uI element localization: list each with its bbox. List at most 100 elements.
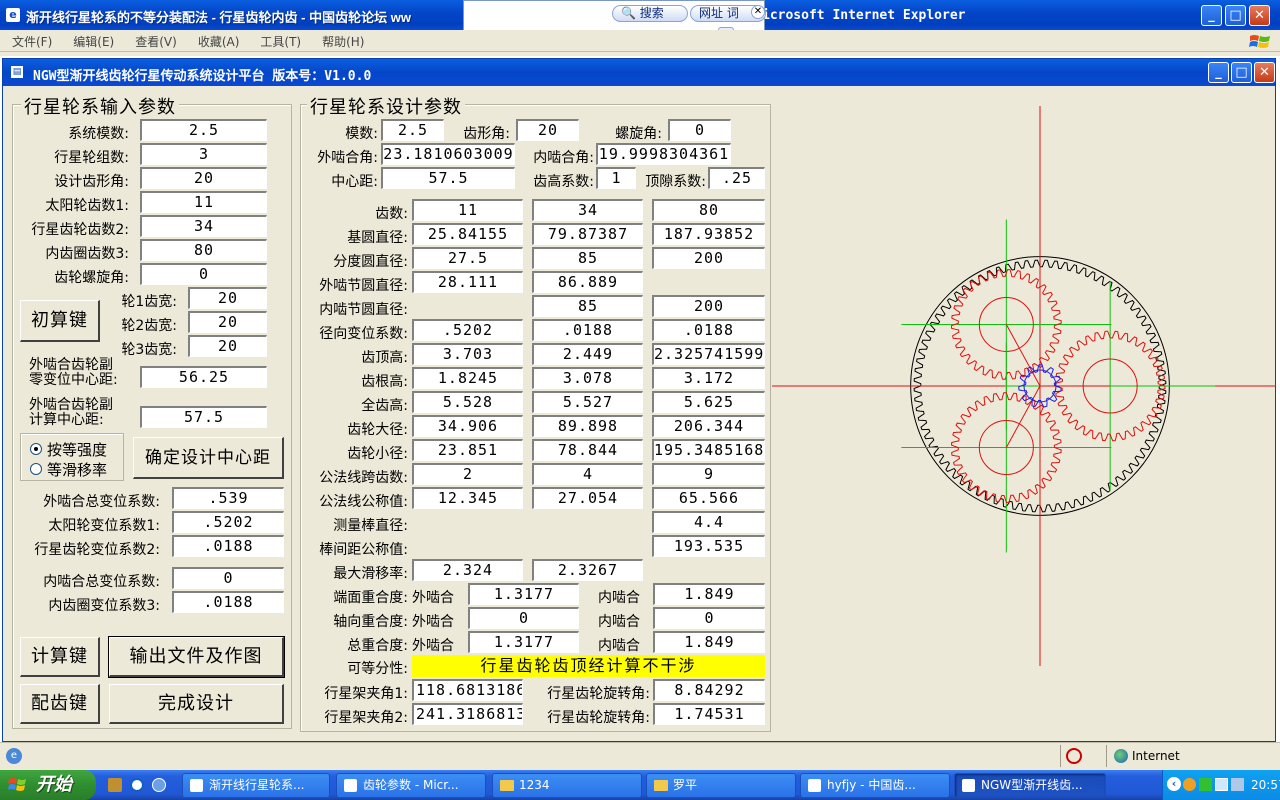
- design-field-0-1[interactable]: 34: [532, 199, 643, 221]
- design-field-6-1[interactable]: 2.449: [532, 343, 643, 365]
- menu-favorites[interactable]: 收藏(A): [186, 30, 249, 50]
- design-field-6-0[interactable]: 3.703: [412, 343, 523, 365]
- design-field-3-1[interactable]: 86.889: [532, 271, 643, 293]
- match-teeth-button[interactable]: 配齿键: [20, 684, 100, 724]
- design-field-12-2[interactable]: 65.566: [652, 487, 765, 509]
- quicklaunch-ie-icon[interactable]: [152, 778, 166, 792]
- design-field-9-0[interactable]: 34.906: [412, 415, 523, 437]
- center-distance-field[interactable]: 57.5: [381, 167, 515, 189]
- calculate-button[interactable]: 计算键: [20, 637, 100, 677]
- ext-mesh-angle-field[interactable]: 23.1810603009: [381, 143, 515, 165]
- confirm-center-button[interactable]: 确定设计中心距: [133, 437, 284, 479]
- carrier-angle-2-field[interactable]: 241.3186813: [412, 703, 523, 725]
- init-calc-button[interactable]: 初算键: [20, 300, 100, 342]
- minimize-button[interactable]: _: [1201, 5, 1222, 26]
- design-field-12-0[interactable]: 12.345: [412, 487, 523, 509]
- output-file-button[interactable]: 输出文件及作图: [108, 636, 285, 678]
- input-field-3[interactable]: 11: [140, 191, 267, 213]
- module-field[interactable]: 2.5: [381, 119, 444, 141]
- task-item-2[interactable]: 齿轮参数 - Micr...: [336, 773, 486, 798]
- design-field-9-2[interactable]: 206.344: [652, 415, 765, 437]
- app-maximize-button[interactable]: □: [1231, 62, 1252, 83]
- input-field-1[interactable]: 3: [140, 143, 267, 165]
- task-item-5[interactable]: hyfjy - 中国齿...: [800, 773, 950, 798]
- radio-equal-strength[interactable]: [30, 443, 42, 455]
- input-field-4[interactable]: 34: [140, 215, 267, 237]
- addendum-coef-field[interactable]: 1: [596, 167, 636, 189]
- app-minimize-button[interactable]: _: [1208, 62, 1229, 83]
- design-field-7-0[interactable]: 1.8245: [412, 367, 523, 389]
- menu-help[interactable]: 帮助(H): [310, 30, 373, 50]
- design-field-1-1[interactable]: 79.87387: [532, 223, 643, 245]
- input-field-0[interactable]: 2.5: [140, 119, 267, 141]
- tray-volume-icon[interactable]: [1231, 778, 1244, 791]
- design-field-11-0[interactable]: 2: [412, 463, 523, 485]
- tray-qq-icon[interactable]: [1183, 778, 1196, 791]
- shift-field-0[interactable]: .539: [172, 487, 284, 509]
- shift2-field-0[interactable]: 0: [172, 567, 284, 589]
- width-field-1[interactable]: 20: [188, 311, 267, 333]
- contact-ext-field-0[interactable]: 1.3177: [468, 583, 579, 605]
- width-field-0[interactable]: 20: [188, 287, 267, 309]
- design-field-13-2[interactable]: 4.4: [652, 511, 765, 533]
- width-field-2[interactable]: 20: [188, 335, 267, 357]
- tray-app-icon[interactable]: [1199, 778, 1212, 791]
- quicklaunch-browser-icon[interactable]: [130, 778, 144, 792]
- zero-shift-center-field[interactable]: 56.25: [140, 366, 267, 388]
- design-field-15-1[interactable]: 2.3267: [532, 559, 643, 581]
- close-button[interactable]: ✕: [1249, 5, 1270, 26]
- design-field-7-2[interactable]: 3.172: [652, 367, 765, 389]
- design-field-11-1[interactable]: 4: [532, 463, 643, 485]
- contact-int-field-2[interactable]: 1.849: [653, 631, 765, 653]
- design-field-10-1[interactable]: 78.844: [532, 439, 643, 461]
- shift2-field-1[interactable]: .0188: [172, 591, 284, 613]
- int-mesh-angle-field[interactable]: 19.9998304361: [596, 143, 731, 165]
- design-field-8-2[interactable]: 5.625: [652, 391, 765, 413]
- start-button[interactable]: 开始: [0, 770, 96, 800]
- radio-equal-slip[interactable]: [30, 463, 42, 475]
- menu-file[interactable]: 文件(F): [0, 30, 61, 50]
- design-field-8-1[interactable]: 5.527: [532, 391, 643, 413]
- design-field-1-0[interactable]: 25.84155: [412, 223, 523, 245]
- input-field-5[interactable]: 80: [140, 239, 267, 261]
- design-field-12-1[interactable]: 27.054: [532, 487, 643, 509]
- pressure-angle-field[interactable]: 20: [516, 119, 579, 141]
- design-field-2-0[interactable]: 27.5: [412, 247, 523, 269]
- design-field-15-0[interactable]: 2.324: [412, 559, 523, 581]
- helix-angle-field[interactable]: 0: [668, 119, 731, 141]
- contact-ext-field-2[interactable]: 1.3177: [468, 631, 579, 653]
- shift-field-2[interactable]: .0188: [172, 535, 284, 557]
- tray-expand-icon[interactable]: ‹: [1167, 777, 1181, 791]
- design-field-6-2[interactable]: 2.325741599: [652, 343, 765, 365]
- app-close-button[interactable]: ✕: [1254, 62, 1275, 83]
- input-field-2[interactable]: 20: [140, 167, 267, 189]
- maximize-button[interactable]: □: [1225, 5, 1246, 26]
- design-field-8-0[interactable]: 5.528: [412, 391, 523, 413]
- task-item-3[interactable]: 1234: [492, 773, 642, 798]
- contact-int-field-0[interactable]: 1.849: [653, 583, 765, 605]
- contact-ext-field-1[interactable]: 0: [468, 607, 579, 629]
- design-field-0-2[interactable]: 80: [652, 199, 765, 221]
- design-field-2-1[interactable]: 85: [532, 247, 643, 269]
- design-field-1-2[interactable]: 187.93852: [652, 223, 765, 245]
- design-field-9-1[interactable]: 89.898: [532, 415, 643, 437]
- design-field-5-1[interactable]: .0188: [532, 319, 643, 341]
- input-field-6[interactable]: 0: [140, 263, 267, 285]
- menu-tools[interactable]: 工具(T): [248, 30, 310, 50]
- design-field-14-2[interactable]: 193.535: [652, 535, 765, 557]
- design-field-4-1[interactable]: 85: [532, 295, 643, 317]
- design-field-0-0[interactable]: 11: [412, 199, 523, 221]
- design-field-11-2[interactable]: 9: [652, 463, 765, 485]
- design-field-10-2[interactable]: 195.3485168: [652, 439, 765, 461]
- design-field-5-2[interactable]: .0188: [652, 319, 765, 341]
- design-field-10-0[interactable]: 23.851: [412, 439, 523, 461]
- search-button[interactable]: 🔍 搜索: [612, 5, 688, 22]
- tray-network-icon[interactable]: [1215, 778, 1228, 791]
- design-field-4-2[interactable]: 200: [652, 295, 765, 317]
- contact-int-field-1[interactable]: 0: [653, 607, 765, 629]
- design-field-5-0[interactable]: .5202: [412, 319, 523, 341]
- planet-rotation-2-field[interactable]: 1.74531: [653, 703, 765, 725]
- task-item-4[interactable]: 罗平: [646, 773, 796, 798]
- planet-rotation-1-field[interactable]: 8.84292: [653, 679, 765, 701]
- menu-view[interactable]: 查看(V): [123, 30, 186, 50]
